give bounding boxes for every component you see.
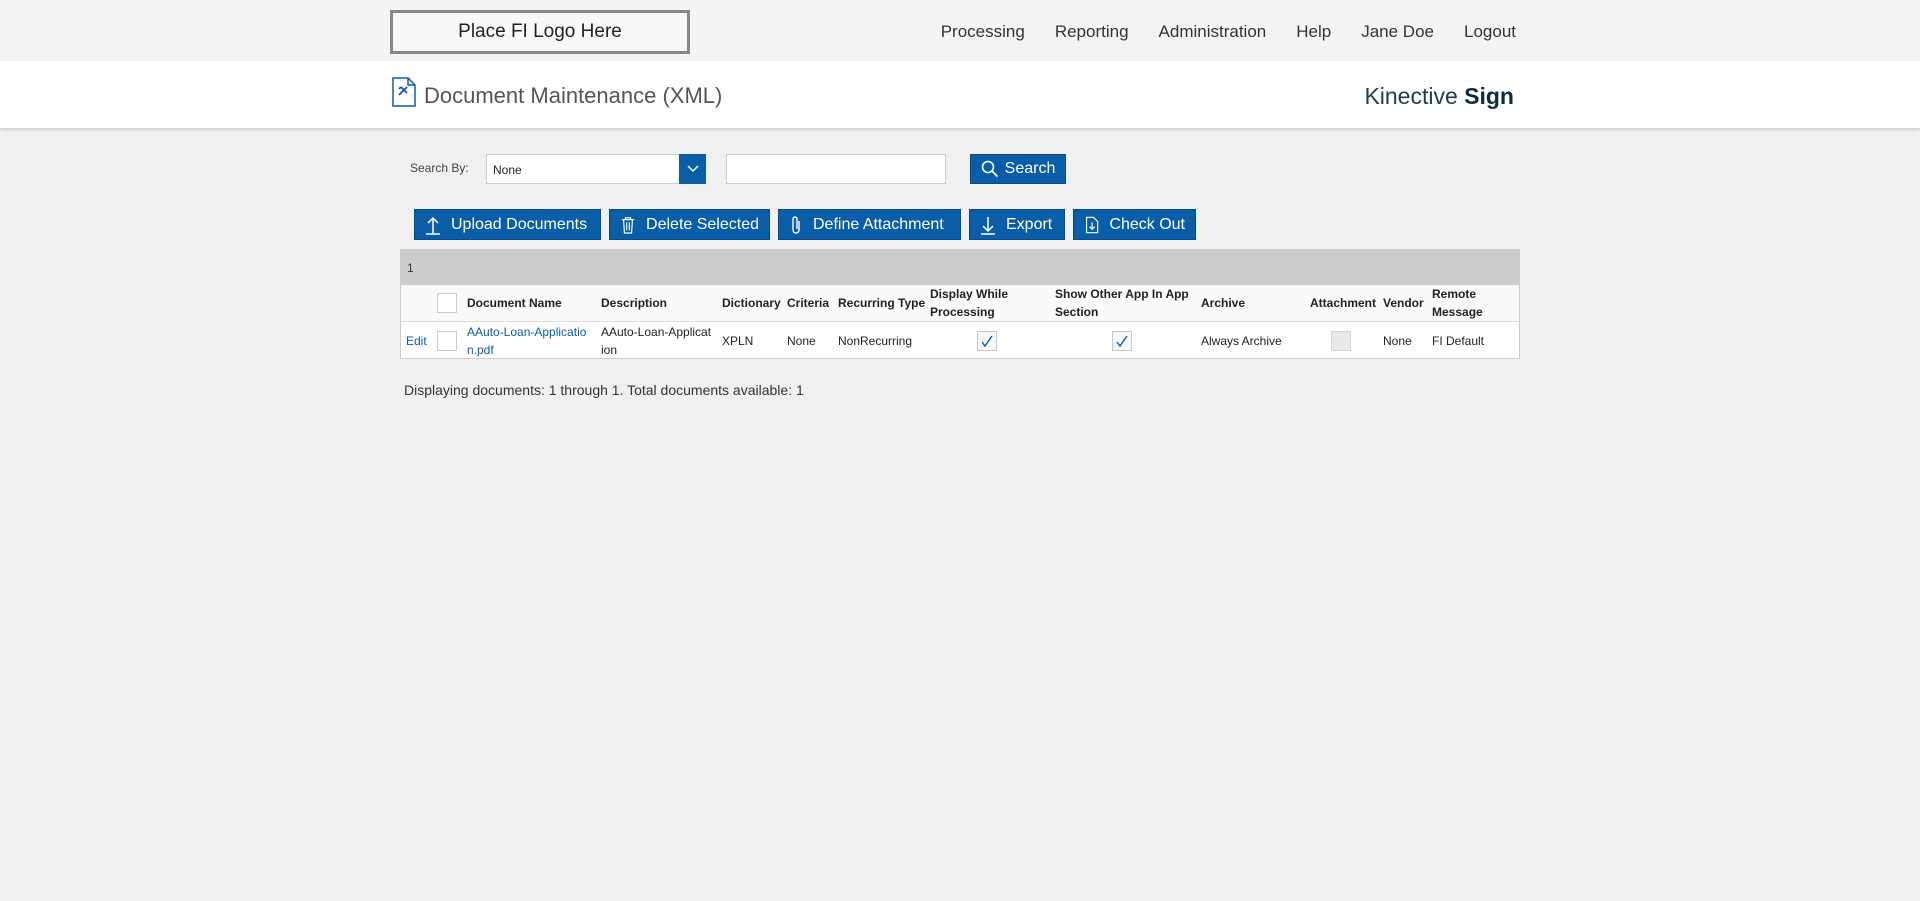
search-by-label: Search By: [410, 161, 469, 175]
nav-reporting[interactable]: Reporting [1055, 22, 1129, 42]
vendor-value: None [1383, 333, 1412, 348]
row-select-cell [437, 322, 457, 359]
select-all-cell [437, 285, 457, 321]
upload-icon [426, 216, 440, 235]
brand-main: Kinective [1364, 83, 1458, 109]
document-tools-icon [392, 77, 416, 107]
check-out-icon [1086, 216, 1099, 233]
upload-documents-button[interactable]: Upload Documents [414, 209, 601, 240]
top-bar: Place FI Logo Here Processing Reporting … [0, 0, 1920, 61]
description-value: AAuto-Loan-Application [601, 324, 712, 357]
search-icon [981, 160, 998, 178]
export-button[interactable]: Export [969, 209, 1065, 240]
dropdown-arrow-button[interactable] [679, 154, 706, 184]
search-by-select[interactable]: None [486, 154, 706, 184]
edit-link[interactable]: Edit [406, 322, 427, 359]
search-button[interactable]: Search [970, 154, 1066, 184]
nav-processing[interactable]: Processing [941, 22, 1025, 42]
search-input[interactable] [726, 154, 946, 184]
page-title: Document Maintenance (XML) [424, 83, 723, 108]
edit-link-label[interactable]: Edit [406, 332, 427, 350]
page-number-link[interactable]: 1 [407, 261, 414, 275]
col-vendor[interactable]: Vendor [1383, 285, 1425, 321]
display-while-processing-cell [977, 322, 997, 359]
delete-selected-label: Delete Selected [646, 215, 759, 233]
top-nav: Processing Reporting Administration Help… [941, 22, 1516, 42]
row-select-checkbox[interactable] [437, 330, 457, 351]
remote-message-value: FI Default [1432, 333, 1485, 348]
table-row: Edit AAuto-Loan-Application.pdf AAuto-Lo… [401, 322, 1519, 359]
show-other-app-checkbox[interactable] [1112, 330, 1132, 351]
check-out-label: Check Out [1109, 215, 1185, 233]
page-header: Document Maintenance (XML) Kinective Sig… [0, 61, 1920, 128]
attachment-cell [1331, 322, 1351, 359]
dictionary-value: XPLN [722, 333, 754, 348]
search-by-value: None [493, 163, 522, 177]
define-attachment-button[interactable]: Define Attachment [778, 209, 961, 240]
trash-icon [621, 216, 635, 234]
archive-value: Always Archive [1201, 333, 1282, 348]
nav-logout[interactable]: Logout [1464, 22, 1516, 42]
document-name-link[interactable]: AAuto-Loan-Application.pdf [467, 322, 591, 359]
upload-documents-label: Upload Documents [451, 215, 588, 233]
col-description[interactable]: Description [601, 285, 696, 321]
brand-logo: Kinective Sign [1364, 83, 1514, 110]
col-criteria[interactable]: Criteria [787, 285, 835, 321]
pager-bar: 1 [401, 250, 1519, 285]
criteria-value: None [787, 333, 816, 348]
display-while-processing-checkbox[interactable] [977, 330, 997, 351]
recurring-type-value: NonRecurring [838, 333, 913, 348]
delete-selected-button[interactable]: Delete Selected [609, 209, 770, 240]
nav-help[interactable]: Help [1296, 22, 1331, 42]
paperclip-icon [792, 215, 800, 234]
col-show-other-app[interactable]: Show Other App In App Section [1055, 285, 1195, 321]
col-display-while-processing[interactable]: Display While Processing [930, 285, 1030, 321]
download-icon [981, 216, 995, 235]
nav-user[interactable]: Jane Doe [1361, 22, 1434, 42]
checkmark-icon [1116, 335, 1128, 347]
chevron-down-icon [686, 165, 699, 173]
checkmark-icon [981, 335, 993, 347]
col-attachment[interactable]: Attachment [1310, 285, 1378, 321]
nav-administration[interactable]: Administration [1159, 22, 1267, 42]
define-attachment-label: Define Attachment [813, 215, 944, 233]
brand-bold: Sign [1464, 83, 1514, 109]
table-header-row: Document Name Description Dictionary Cri… [401, 285, 1519, 322]
col-remote-message[interactable]: Remote Message [1432, 285, 1512, 321]
check-out-button[interactable]: Check Out [1073, 209, 1196, 240]
select-all-checkbox[interactable] [437, 293, 457, 313]
col-recurring-type[interactable]: Recurring Type [838, 285, 930, 321]
export-label: Export [1006, 215, 1053, 233]
col-archive[interactable]: Archive [1201, 285, 1281, 321]
documents-table: 1 Document Name Description Dictionary C… [400, 249, 1520, 359]
col-dictionary[interactable]: Dictionary [722, 285, 782, 321]
fi-logo-placeholder: Place FI Logo Here [390, 10, 690, 54]
attachment-checkbox [1331, 330, 1351, 351]
col-document-name[interactable]: Document Name [467, 285, 577, 321]
show-other-app-cell [1112, 322, 1132, 359]
results-summary: Displaying documents: 1 through 1. Total… [404, 382, 804, 398]
search-button-label: Search [1004, 160, 1056, 177]
document-name-value[interactable]: AAuto-Loan-Application.pdf [467, 323, 591, 359]
